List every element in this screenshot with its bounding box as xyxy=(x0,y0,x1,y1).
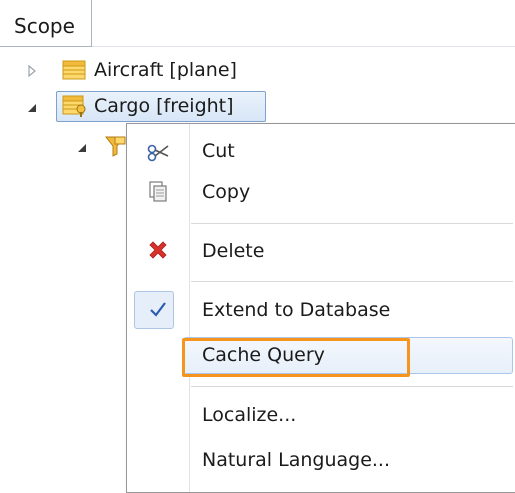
table-key-icon xyxy=(62,95,86,117)
tree-node-query[interactable] xyxy=(76,132,126,162)
cache-query-callout xyxy=(182,338,410,377)
expand-arrow-icon[interactable] xyxy=(26,65,38,77)
copy-icon xyxy=(145,179,171,205)
menu-item-label: Delete xyxy=(202,240,265,262)
tree-node-aircraft[interactable]: Aircraft [plane] xyxy=(26,56,296,86)
menu-separator xyxy=(191,281,513,282)
menu-item-label: Localize... xyxy=(202,404,297,426)
menu-separator xyxy=(191,386,513,387)
menu-item-extend-to-database[interactable]: Extend to Database xyxy=(127,291,515,329)
tab-divider xyxy=(92,46,515,47)
menu-item-label: Copy xyxy=(202,181,251,203)
menu-item-label: Cut xyxy=(202,140,235,162)
context-menu: Cut Copy Delete Extend to Database Cache… xyxy=(126,123,515,493)
tree-node-cargo[interactable]: Cargo [freight] xyxy=(26,92,276,122)
menu-item-delete[interactable]: Delete xyxy=(127,232,515,270)
menu-item-cut[interactable]: Cut xyxy=(127,132,515,170)
menu-item-label: Natural Language... xyxy=(202,449,391,471)
scope-tab-label: Scope xyxy=(14,14,75,38)
menu-item-natural-language[interactable]: Natural Language... xyxy=(127,441,515,479)
delete-icon xyxy=(145,238,171,264)
query-filter-icon xyxy=(104,136,126,157)
collapse-arrow-icon[interactable] xyxy=(76,142,88,154)
menu-item-copy[interactable]: Copy xyxy=(127,173,515,211)
collapse-arrow-icon[interactable] xyxy=(26,102,38,114)
tree-node-label: Aircraft [plane] xyxy=(94,59,237,81)
scope-tab[interactable]: Scope xyxy=(0,0,92,47)
menu-item-localize[interactable]: Localize... xyxy=(127,396,515,434)
menu-separator xyxy=(191,223,513,224)
menu-item-label: Extend to Database xyxy=(202,299,391,321)
checkmark-icon xyxy=(145,297,171,323)
tree-node-label: Cargo [freight] xyxy=(94,95,234,117)
table-icon xyxy=(62,60,86,80)
scissors-icon xyxy=(145,138,171,164)
